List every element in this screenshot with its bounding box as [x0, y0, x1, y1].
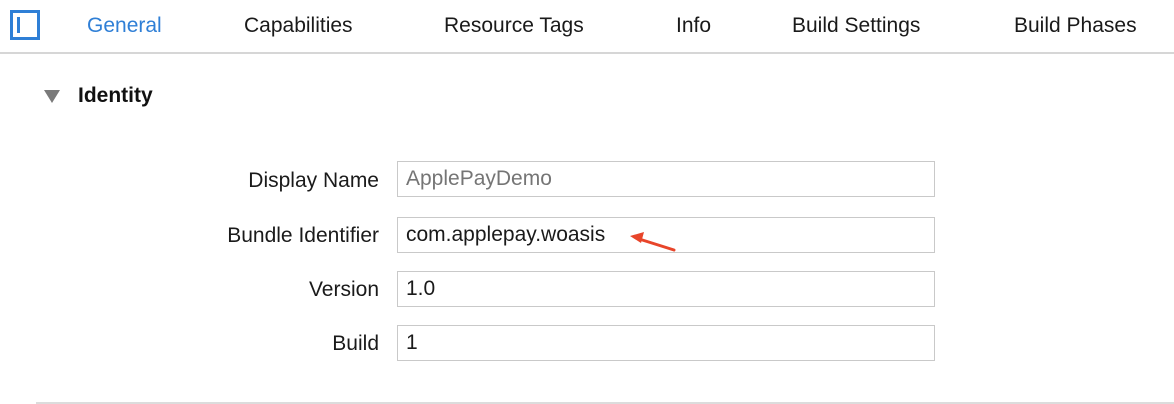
sidebar-toggle-icon[interactable]: [10, 10, 40, 40]
annotation-arrow-icon: [630, 232, 676, 252]
tab-build-phases[interactable]: Build Phases: [1014, 12, 1137, 40]
sidebar-toggle-bar: [17, 17, 20, 33]
build-field[interactable]: [397, 325, 935, 361]
tab-capabilities[interactable]: Capabilities: [244, 12, 353, 40]
display-name-field[interactable]: [397, 161, 935, 197]
version-label: Version: [308, 278, 379, 301]
bundle-identifier-label: Bundle Identifier: [227, 224, 379, 247]
section-title: Identity: [78, 84, 153, 107]
display-name-label: Display Name: [248, 169, 379, 192]
disclosure-triangle-icon[interactable]: [44, 89, 60, 103]
tab-general[interactable]: General: [87, 12, 162, 40]
tab-resource-tags[interactable]: Resource Tags: [444, 12, 584, 40]
tab-info[interactable]: Info: [676, 12, 711, 40]
editor-tab-bar: General Capabilities Resource Tags Info …: [0, 0, 1174, 54]
identity-section-header[interactable]: Identity: [44, 82, 153, 110]
tab-build-settings[interactable]: Build Settings: [792, 12, 920, 40]
build-label: Build: [332, 332, 379, 355]
version-field[interactable]: [397, 271, 935, 307]
